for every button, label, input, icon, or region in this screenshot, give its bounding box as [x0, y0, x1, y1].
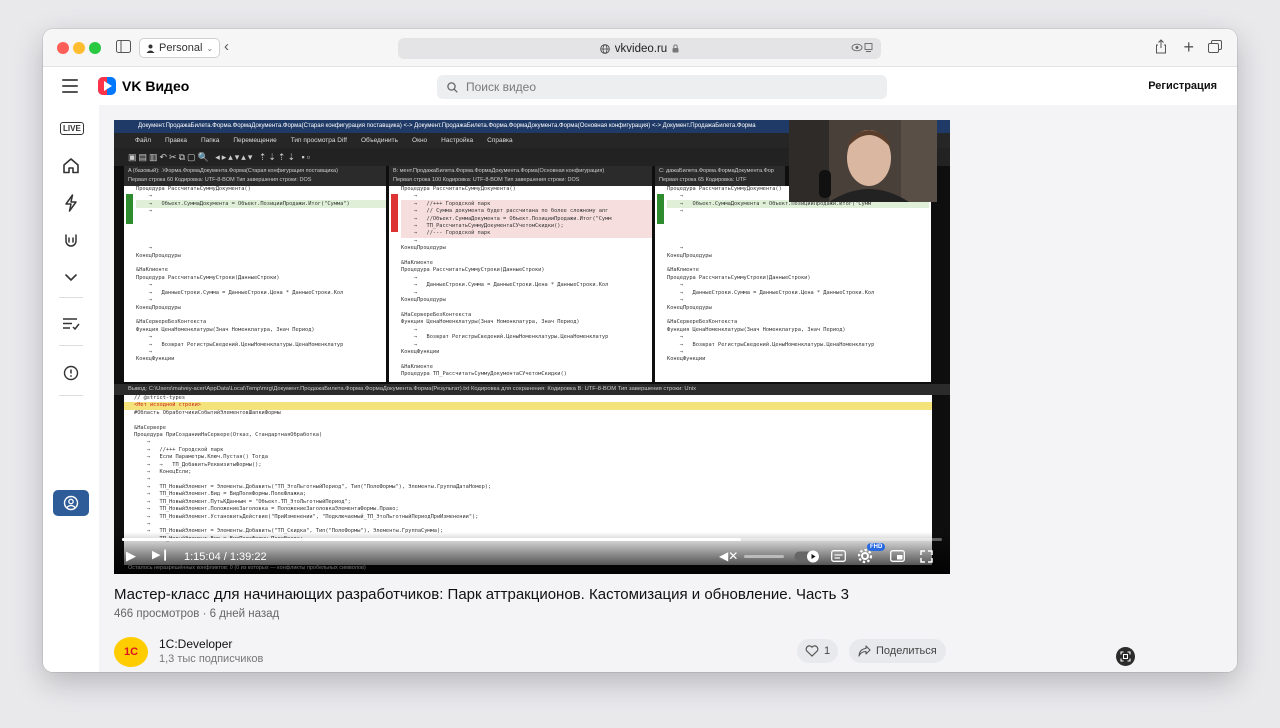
editor-menu-item: Правка	[164, 137, 187, 144]
sidebar-toggle-icon[interactable]	[116, 40, 131, 55]
browser-window: Personal ⌄ ‹ vkvideo.ru + VK Видео Поиск…	[43, 29, 1237, 672]
sidebar-divider	[59, 345, 83, 346]
output-header: Вывод: C:\Users\matvey-acer\AppData\Loca…	[114, 384, 950, 395]
editor-menu-item: Окно	[412, 137, 428, 144]
subscriber-count: 1,3 тыс подписчиков	[159, 653, 264, 665]
video-title: Мастер-класс для начинающих разработчико…	[114, 586, 849, 603]
profile-label: Personal	[159, 42, 203, 54]
lightning-icon[interactable]	[57, 191, 85, 215]
editor-menu-item: Папка	[200, 137, 220, 144]
logo-text: VK Видео	[122, 78, 190, 94]
like-button[interactable]: 1	[797, 639, 839, 663]
volume-slider[interactable]	[744, 555, 784, 558]
channel-name[interactable]: 1C:Developer	[159, 637, 232, 651]
hands-icon[interactable]	[57, 229, 85, 253]
channel-row: 1С 1C:Developer 1,3 тыс подписчиков 1 По…	[114, 635, 950, 671]
pane-b-code: Процедура РассчитатьСуммуДокумента() → →…	[401, 186, 612, 378]
stats-separator: ·	[199, 608, 210, 620]
menu-icon[interactable]	[62, 79, 78, 97]
pane-c: Процедура РассчитатьСуммуДокумента() → →…	[655, 186, 931, 382]
share-label: Поделиться	[876, 645, 937, 657]
back-icon[interactable]: ‹	[224, 39, 229, 54]
upload-age: 6 дней назад	[209, 608, 280, 620]
chevron-down-icon[interactable]	[57, 265, 85, 289]
editor-menu-item: Перемещение	[233, 137, 277, 144]
editor-menu-item: Настройка	[441, 137, 474, 144]
view-count: 466 просмотров	[114, 608, 200, 620]
like-count: 1	[824, 645, 831, 657]
output-code: #Область ОбработчикиСобытийЭлементовШапк…	[134, 409, 492, 542]
lock-icon	[672, 44, 679, 53]
sidebar-divider	[59, 297, 83, 298]
vk-video-logo[interactable]: VK Видео	[98, 77, 189, 95]
play-icon[interactable]: ▶	[126, 549, 136, 562]
pane-a: Процедура РассчитатьСуммуДокумента() → →…	[124, 186, 386, 382]
settings-icon[interactable]: FHD	[857, 543, 886, 566]
search-placeholder: Поиск видео	[466, 80, 537, 94]
profile-icon[interactable]	[53, 490, 89, 516]
pane-c-header: C: дажаБилета.Форма.ФормаДокумента.Фор Пе…	[655, 166, 785, 186]
share-page-icon[interactable]	[1155, 39, 1167, 56]
editor-menu-item: Тип просмотра Diff	[290, 137, 347, 144]
pip-icon[interactable]	[890, 550, 905, 564]
progress-bar[interactable]	[122, 538, 942, 541]
main-content: Документ.ПродажаБилета.Форма.ФормаДокуме…	[99, 105, 1237, 672]
video-stats: 466 просмотров · 6 дней назад	[114, 608, 950, 620]
presenter-image	[789, 120, 937, 202]
pane-b-header: B: мент.ПродажаБилета.Форма.ФормаДокумен…	[389, 166, 652, 186]
address-bar[interactable]: vkvideo.ru	[398, 38, 881, 59]
new-tab-icon[interactable]: +	[1183, 38, 1194, 56]
subtitles-icon[interactable]	[831, 550, 846, 564]
conflict-line: <Нет исходной строки>	[124, 402, 932, 410]
left-sidebar: LIVE	[43, 105, 99, 672]
share-button[interactable]: Поделиться	[849, 639, 946, 663]
browser-titlebar: Personal ⌄ ‹ vkvideo.ru +	[43, 29, 1237, 67]
sidebar-divider	[59, 395, 83, 396]
tabs-overview-icon[interactable]	[1208, 40, 1222, 55]
pane-c-code: Процедура РассчитатьСуммуДокумента() → →…	[667, 186, 875, 363]
url-text: vkvideo.ru	[614, 42, 668, 55]
home-icon[interactable]	[57, 153, 85, 177]
profile-button[interactable]: Personal ⌄	[139, 38, 221, 58]
webcam-overlay	[789, 120, 937, 202]
scan-icon[interactable]	[1116, 647, 1135, 666]
editor-menu-item: Объединить	[360, 137, 399, 144]
mute-icon[interactable]: ◀✕	[719, 550, 738, 562]
output-first-line: // @strict-types	[134, 395, 186, 401]
pane-a-header: A (базовый): .\Форма.ФормаДокумента.Форм…	[124, 166, 386, 186]
pane-a-code: Процедура РассчитатьСуммуДокумента() → →…	[136, 186, 350, 363]
info-icon[interactable]	[57, 361, 85, 385]
hd-badge: FHD	[867, 543, 886, 551]
next-icon[interactable]: ▶❙	[152, 550, 170, 561]
chevron-down-icon: ⌄	[206, 43, 214, 53]
share-icon	[858, 645, 871, 657]
editor-menu-item: Файл	[135, 137, 151, 144]
minimize-window-button[interactable]	[73, 42, 85, 54]
progress-fill	[122, 538, 742, 541]
video-player[interactable]: Документ.ПродажаБилета.Форма.ФормаДокуме…	[114, 120, 950, 574]
signup-button[interactable]: Регистрация	[1148, 80, 1217, 92]
fullscreen-icon[interactable]	[920, 550, 933, 565]
maximize-window-button[interactable]	[89, 42, 101, 54]
search-icon	[447, 81, 458, 93]
autoplay-toggle[interactable]	[794, 550, 820, 565]
subscriptions-icon[interactable]	[57, 312, 85, 336]
globe-icon	[600, 43, 610, 54]
vk-video-logo-icon	[98, 77, 116, 95]
editor-status: Осталось неразрешённых конфликтов: 0 (0 …	[128, 565, 366, 571]
reader-mode-icon[interactable]	[851, 42, 873, 56]
close-window-button[interactable]	[57, 42, 69, 54]
channel-avatar[interactable]: 1С	[114, 637, 148, 667]
person-icon	[146, 44, 155, 53]
editor-menu-item: Справка	[487, 137, 513, 144]
pane-b: Процедура РассчитатьСуммуДокумента() → →…	[389, 186, 652, 382]
live-icon[interactable]: LIVE	[60, 122, 84, 135]
video-meta: Мастер-класс для начинающих разработчико…	[114, 585, 950, 620]
search-input[interactable]: Поиск видео	[437, 75, 887, 99]
heart-icon	[805, 645, 819, 657]
site-header: VK Видео Поиск видео Регистрация	[43, 67, 1237, 105]
time-display: 1:15:04 / 1:39:22	[184, 551, 267, 563]
